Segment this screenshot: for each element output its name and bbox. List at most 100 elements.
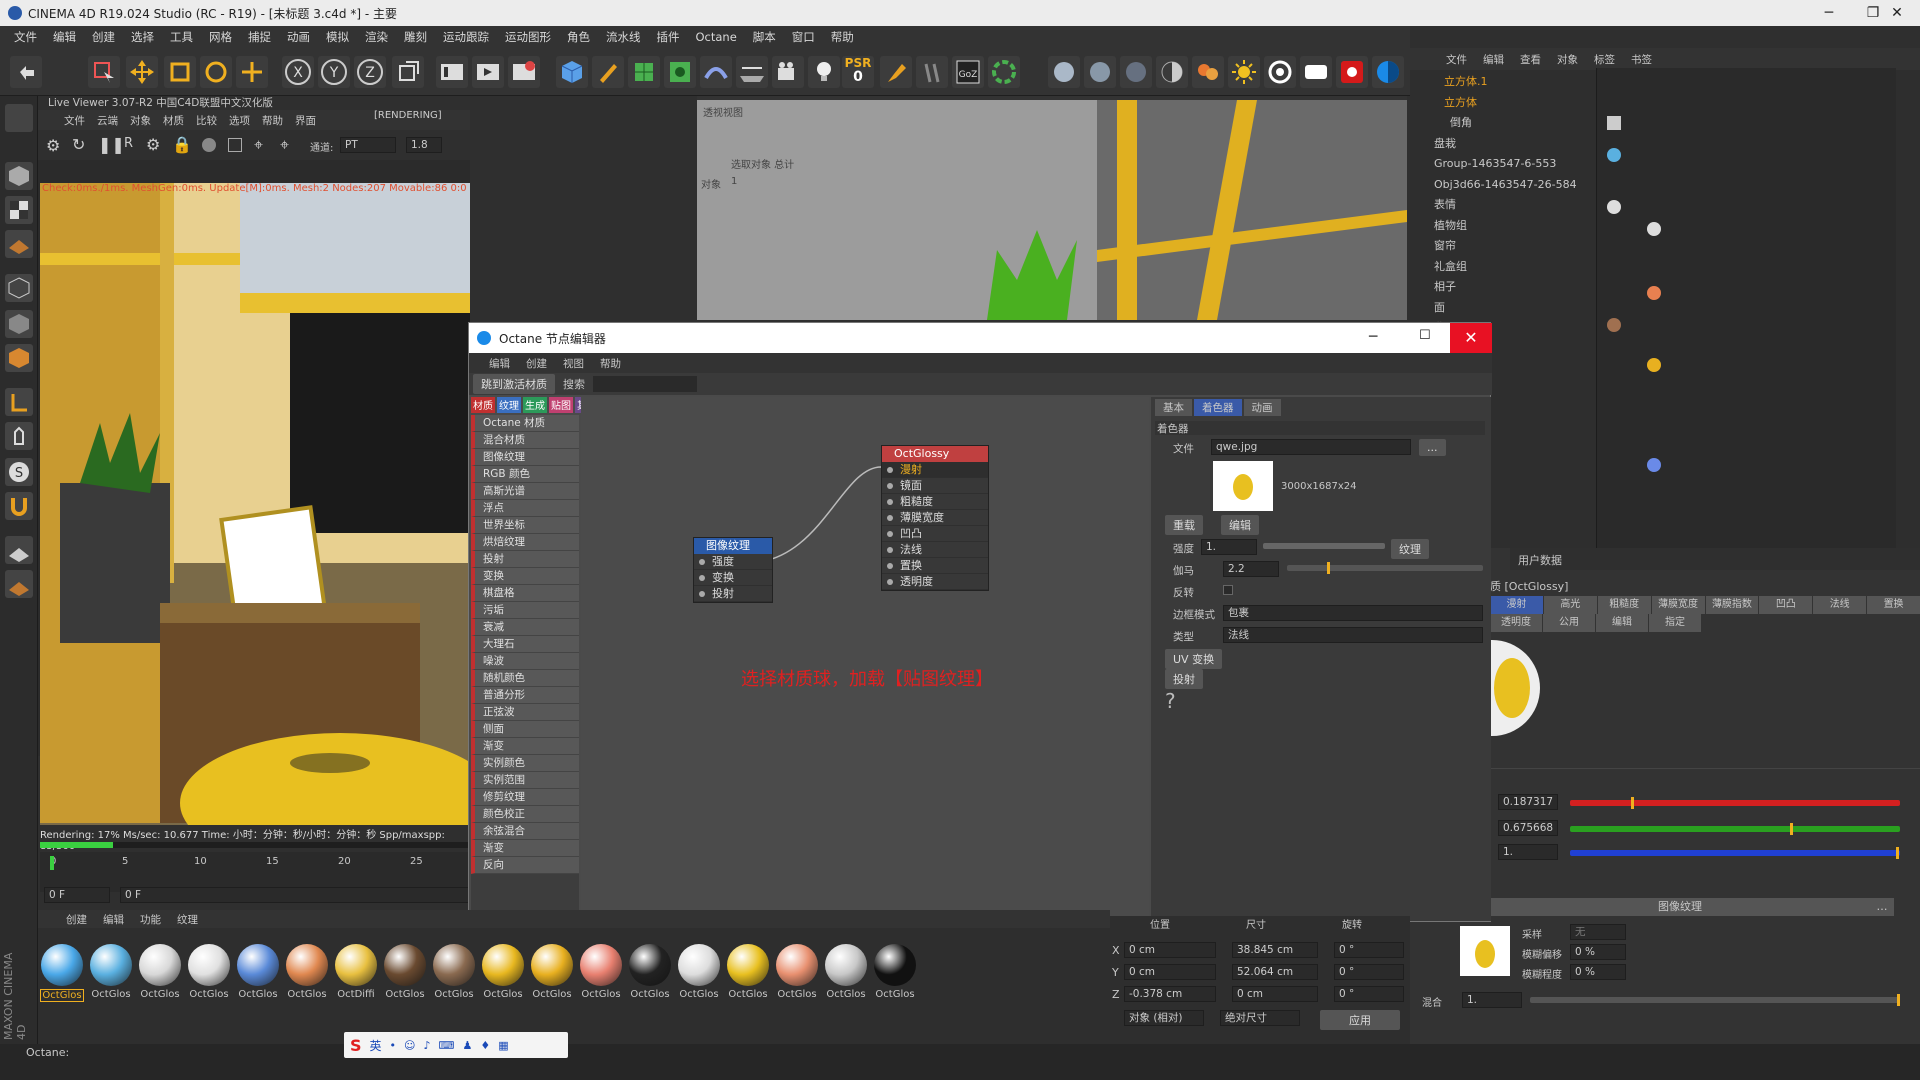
size-mode-select[interactable]: 绝对尺寸 bbox=[1220, 1010, 1300, 1026]
node-type-item[interactable]: 正弦波 bbox=[471, 704, 579, 721]
attribute-tab[interactable]: 公用 bbox=[1543, 614, 1595, 632]
paint-icon[interactable] bbox=[916, 56, 948, 88]
material-swatch[interactable]: OctGlos bbox=[481, 944, 525, 1000]
object-manager-menu-item[interactable]: 对象 bbox=[1557, 52, 1578, 67]
menu-item[interactable]: 工具 bbox=[162, 29, 201, 45]
image-texture-node[interactable]: 图像纹理 强度 变换 投射 bbox=[693, 537, 773, 603]
model-mode-icon[interactable] bbox=[5, 104, 33, 132]
node-input-pin[interactable]: 强度 bbox=[694, 554, 772, 570]
y-axis-icon[interactable]: Y bbox=[318, 56, 350, 88]
node-type-item[interactable]: 大理石 bbox=[471, 636, 579, 653]
type-select[interactable]: 法线 bbox=[1223, 627, 1483, 643]
material-swatch[interactable]: OctGlos bbox=[40, 944, 84, 1002]
node-input-pin[interactable]: 投射 bbox=[694, 586, 772, 602]
blur-degree-input[interactable]: 0 % bbox=[1570, 964, 1626, 980]
material-manager-menu-item[interactable]: 纹理 bbox=[177, 912, 198, 927]
menu-item[interactable]: 捕捉 bbox=[240, 29, 279, 45]
cube-icon[interactable] bbox=[556, 56, 588, 88]
node-input-pin[interactable]: 置换 bbox=[882, 558, 988, 574]
object-row[interactable]: 礼盒组 bbox=[1434, 257, 1467, 277]
octane-daylight-icon[interactable] bbox=[1156, 56, 1188, 88]
object-row[interactable]: 相子 bbox=[1434, 277, 1456, 297]
material-swatch[interactable]: OctGlos bbox=[775, 944, 819, 1000]
object-row[interactable]: 面 bbox=[1434, 298, 1445, 318]
node-category-tab[interactable]: 生成 bbox=[523, 397, 547, 413]
node-input-pin[interactable]: 漫射 bbox=[882, 462, 988, 478]
node-input-pin[interactable]: 透明度 bbox=[882, 574, 988, 590]
clay-mode-icon[interactable] bbox=[228, 138, 242, 152]
color-b-input[interactable]: 1. bbox=[1498, 844, 1558, 860]
tag-material-icon[interactable] bbox=[1607, 318, 1621, 332]
rot-h-input[interactable]: 0 ° bbox=[1334, 942, 1404, 958]
size-z-input[interactable]: 0 cm bbox=[1232, 986, 1318, 1002]
apply-button[interactable]: 应用 bbox=[1320, 1010, 1400, 1030]
node-type-item[interactable]: 图像纹理 bbox=[471, 449, 579, 466]
node-type-item[interactable]: 衰减 bbox=[471, 619, 579, 636]
node-type-item[interactable]: 渐变 bbox=[471, 738, 579, 755]
ime-grid-icon[interactable]: ▦ bbox=[498, 1039, 508, 1052]
attribute-tab[interactable]: 编辑 bbox=[1596, 614, 1648, 632]
octane-particles-icon[interactable] bbox=[1192, 56, 1224, 88]
restart-icon[interactable]: ↻ bbox=[72, 135, 85, 154]
live-viewer-menu-item[interactable]: 对象 bbox=[130, 113, 151, 128]
material-swatch[interactable]: OctGlos bbox=[824, 944, 868, 1000]
object-row[interactable]: 倒角 bbox=[1450, 113, 1472, 133]
node-input-pin[interactable]: 变换 bbox=[694, 570, 772, 586]
ime-user-icon[interactable]: ♟ bbox=[462, 1039, 472, 1052]
pin-icon[interactable]: ⌖ bbox=[254, 135, 263, 155]
subdivision-icon[interactable] bbox=[628, 56, 660, 88]
menu-item[interactable]: 模拟 bbox=[318, 29, 357, 45]
ime-lang-icon[interactable]: 英 bbox=[370, 1037, 382, 1054]
pos-y-input[interactable]: 0 cm bbox=[1124, 964, 1216, 980]
size-y-input[interactable]: 52.064 cm bbox=[1232, 964, 1318, 980]
reload-button[interactable]: 重载 bbox=[1165, 515, 1203, 535]
close-button[interactable]: ✕ bbox=[1874, 0, 1920, 26]
material-manager-menu-item[interactable]: 编辑 bbox=[103, 912, 124, 927]
node-input-pin[interactable]: 粗糙度 bbox=[882, 494, 988, 510]
node-type-item[interactable]: 普通分形 bbox=[471, 687, 579, 704]
gamma-slider[interactable] bbox=[1287, 562, 1483, 574]
node-category-tab[interactable]: 材质 bbox=[471, 397, 495, 413]
lock-icon[interactable]: 🔒 bbox=[172, 135, 192, 154]
invert-checkbox[interactable] bbox=[1223, 585, 1233, 595]
rot-p-input[interactable]: 0 ° bbox=[1334, 964, 1404, 980]
edit-button[interactable]: 编辑 bbox=[1221, 515, 1259, 535]
texture-options-button[interactable]: … bbox=[1870, 898, 1894, 916]
grid-lock-icon[interactable] bbox=[5, 536, 33, 564]
pick-focus-icon[interactable]: ⌖ bbox=[280, 135, 289, 155]
live-viewer-menu-item[interactable]: 云端 bbox=[97, 113, 118, 128]
attribute-tab[interactable]: 漫射 bbox=[1490, 596, 1543, 614]
material-swatch[interactable]: OctGlos bbox=[285, 944, 329, 1000]
tag-material-icon[interactable] bbox=[1647, 458, 1661, 472]
tag-material-icon[interactable] bbox=[1647, 358, 1661, 372]
node-type-item[interactable]: 高斯光谱 bbox=[471, 483, 579, 500]
object-row[interactable]: 盘栽 bbox=[1434, 134, 1456, 154]
record-icon[interactable] bbox=[1336, 56, 1368, 88]
menu-item[interactable]: 窗口 bbox=[784, 29, 823, 45]
node-editor-menu-item[interactable]: 创建 bbox=[526, 356, 547, 371]
node-editor-menu-item[interactable]: 编辑 bbox=[489, 356, 510, 371]
object-manager-menu-item[interactable]: 标签 bbox=[1594, 52, 1615, 67]
color-r-slider[interactable] bbox=[1570, 797, 1900, 809]
material-swatch[interactable]: OctGlos bbox=[628, 944, 672, 1000]
magnet-icon[interactable] bbox=[5, 492, 33, 520]
edges-mode-icon[interactable] bbox=[5, 310, 33, 338]
material-swatch[interactable]: OctGlos bbox=[530, 944, 574, 1000]
blur-offset-input[interactable]: 0 % bbox=[1570, 944, 1626, 960]
node-type-item[interactable]: 投射 bbox=[471, 551, 579, 568]
node-type-item[interactable]: 烘焙纹理 bbox=[471, 534, 579, 551]
rot-b-input[interactable]: 0 ° bbox=[1334, 986, 1404, 1002]
material-swatch[interactable]: OctGlos bbox=[89, 944, 133, 1000]
octane-sphere-icon[interactable] bbox=[1048, 56, 1080, 88]
goto-active-material-button[interactable]: 跳到激活材质 bbox=[473, 374, 555, 394]
select-tool-icon[interactable] bbox=[88, 56, 120, 88]
live-viewer-menu-item[interactable]: 比较 bbox=[196, 113, 217, 128]
material-swatch[interactable]: OctGlos bbox=[432, 944, 476, 1000]
menu-item[interactable]: 网格 bbox=[201, 29, 240, 45]
camera-icon[interactable] bbox=[772, 56, 804, 88]
attribute-tab[interactable]: 粗糙度 bbox=[1597, 596, 1651, 614]
node-type-item[interactable]: 余弦混合 bbox=[471, 823, 579, 840]
move-tool-icon[interactable] bbox=[126, 56, 158, 88]
mix-slider[interactable] bbox=[1530, 994, 1900, 1006]
region-icon[interactable]: R bbox=[124, 136, 133, 151]
